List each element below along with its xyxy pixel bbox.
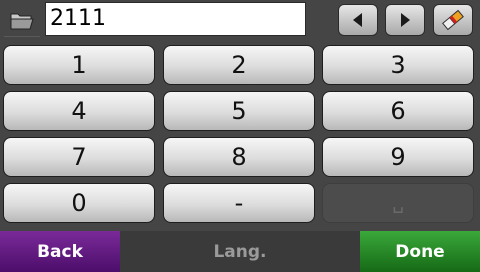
erase-button[interactable] <box>433 4 473 36</box>
key-2[interactable]: 2 <box>163 45 315 85</box>
key-8[interactable]: 8 <box>163 137 315 177</box>
key-4[interactable]: 4 <box>3 91 155 131</box>
eraser-icon <box>442 9 464 31</box>
footer-bar: Back Lang. Done <box>0 231 480 272</box>
done-button[interactable]: Done <box>360 231 480 272</box>
key-0[interactable]: 0 <box>3 183 155 223</box>
key-1[interactable]: 1 <box>3 45 155 85</box>
cursor-left-button[interactable] <box>338 4 378 36</box>
lang-button: Lang. <box>213 241 267 262</box>
search-input[interactable]: 2111 <box>45 2 306 36</box>
key-9[interactable]: 9 <box>322 137 474 177</box>
key-5[interactable]: 5 <box>163 91 315 131</box>
key-space: ␣ <box>322 183 474 223</box>
arrow-left-icon <box>353 13 362 27</box>
key-6[interactable]: 6 <box>322 91 474 131</box>
key-3[interactable]: 3 <box>322 45 474 85</box>
key-dash[interactable]: - <box>163 183 315 223</box>
top-bar: 2111 <box>0 0 480 40</box>
folder-icon <box>10 13 34 30</box>
arrow-right-icon <box>401 13 410 27</box>
key-7[interactable]: 7 <box>3 137 155 177</box>
cursor-right-button[interactable] <box>385 4 425 36</box>
folder-button[interactable] <box>4 4 40 37</box>
back-button[interactable]: Back <box>0 231 120 272</box>
